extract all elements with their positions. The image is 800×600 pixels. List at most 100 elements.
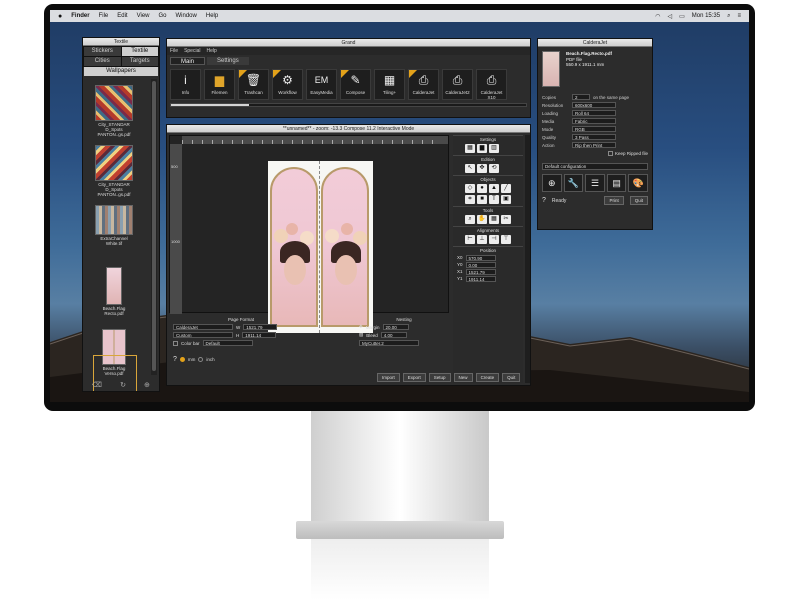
volume-icon[interactable]: ◁	[667, 13, 672, 20]
export-button[interactable]: Export	[402, 373, 426, 382]
y0-field[interactable]: 0.00	[465, 261, 496, 268]
create-button[interactable]: Create	[475, 373, 500, 382]
select-icon[interactable]: ↖	[465, 164, 475, 173]
align-top-icon[interactable]: ⊤	[501, 235, 511, 244]
menu-window[interactable]: Window	[176, 13, 197, 19]
trash-icon[interactable]: ⌫	[92, 381, 102, 389]
format-select[interactable]: Custom	[173, 332, 233, 338]
loading-select[interactable]: Roll 64	[572, 110, 616, 116]
wifi-icon[interactable]: ◠	[655, 13, 660, 20]
folder-icon[interactable]: ▆	[477, 144, 487, 153]
textile-titlebar[interactable]: Textile	[83, 38, 159, 46]
refresh-icon[interactable]: ↻	[120, 381, 126, 389]
square-icon[interactable]: ■	[477, 195, 487, 204]
trashcan-button[interactable]: 🗑 Trashcan	[238, 69, 269, 100]
color-bar-checkbox[interactable]	[173, 340, 178, 346]
battery-icon[interactable]: ▭	[679, 13, 685, 20]
y1-field[interactable]: 1911.14	[465, 275, 496, 282]
new-button[interactable]: New	[453, 373, 473, 382]
job-settings-icon[interactable]: ⊕	[542, 174, 562, 192]
shape-icon[interactable]: ◇	[465, 184, 475, 193]
grand-titlebar[interactable]: Grand	[167, 39, 530, 47]
media-page[interactable]	[268, 161, 373, 333]
apple-icon[interactable]: ●	[58, 13, 62, 20]
compose-titlebar[interactable]: **unnamed** - zoom: -13.3 Compose 11.2 I…	[167, 125, 530, 133]
keep-ripped-checkbox[interactable]	[607, 150, 613, 156]
tab-settings[interactable]: Settings	[207, 57, 249, 65]
align-left-icon[interactable]: ⊢	[465, 235, 475, 244]
line-icon[interactable]: ╱	[501, 184, 511, 193]
nesting-icon[interactable]: ✥	[359, 324, 363, 330]
copies-field[interactable]: 2	[572, 94, 590, 100]
compose-button[interactable]: ✎ Compose	[340, 69, 371, 100]
hand-icon[interactable]: ✋	[477, 215, 487, 224]
bleed-field[interactable]: 4.00	[380, 332, 407, 338]
add-icon[interactable]: ⊕	[144, 381, 150, 389]
help-icon[interactable]: ?	[173, 356, 177, 363]
tile-icon[interactable]: ▦	[489, 215, 499, 224]
textile-scrollbar[interactable]	[151, 79, 157, 375]
list-item[interactable]: Beach.Flag Recto.pdf	[93, 267, 135, 316]
import-button[interactable]: Import	[377, 373, 400, 382]
calderajet-button[interactable]: ⎙ CalderaJet	[408, 69, 439, 100]
layout-canvas[interactable]: 500 1000	[169, 135, 449, 333]
margin-field[interactable]: 20.00	[382, 324, 409, 330]
page-icon[interactable]: ▥	[489, 144, 499, 153]
tools-icon[interactable]: 🔧	[563, 174, 584, 192]
crop-icon[interactable]: ⌗	[465, 195, 475, 204]
printer-select[interactable]: CalderaJet	[173, 324, 233, 330]
grand-menu-file[interactable]: File	[170, 48, 178, 54]
list-item[interactable]: City_STANDAR D_Spots PANTON..gs.pdf	[93, 145, 135, 197]
image-icon[interactable]: ▣	[501, 195, 511, 204]
grid-icon[interactable]: ▦	[465, 144, 475, 153]
menu-go[interactable]: Go	[159, 13, 167, 19]
menu-edit[interactable]: Edit	[117, 13, 127, 19]
rotate-icon[interactable]: ⟲	[489, 164, 499, 173]
compose-scrollbar[interactable]	[525, 135, 530, 383]
inch-radio[interactable]	[198, 356, 204, 362]
quality-select[interactable]: 3 Pass	[572, 134, 616, 140]
zoom-icon[interactable]: ⌕	[465, 215, 475, 224]
calderajet-x10-button[interactable]: ⎙ CalderaJet X10	[476, 69, 507, 100]
media-icon[interactable]: ▤	[606, 174, 627, 192]
move-icon[interactable]: ✥	[477, 164, 487, 173]
align-right-icon[interactable]: ⊣	[489, 235, 499, 244]
x1-field[interactable]: 1521.79	[465, 268, 496, 275]
mode-select[interactable]: RGB	[572, 126, 616, 132]
calderajet-titlebar[interactable]: CalderaJet	[538, 39, 652, 47]
bleed-icon[interactable]: ▧	[359, 332, 363, 338]
flag-artwork-right[interactable]	[321, 167, 369, 327]
mm-radio[interactable]	[179, 356, 185, 362]
grand-menu-help[interactable]: Help	[206, 48, 216, 54]
triangle-icon[interactable]: ▲	[489, 184, 499, 193]
color-palette-icon[interactable]: 🎨	[628, 174, 648, 192]
tab-main[interactable]: Main	[170, 57, 206, 65]
width-field[interactable]: 1521.79	[243, 324, 278, 330]
tab-textile[interactable]: Textile	[121, 47, 158, 56]
x0-field[interactable]: 570.90	[465, 254, 496, 261]
quit-button[interactable]: Quit	[629, 196, 648, 205]
menu-help[interactable]: Help	[206, 13, 218, 19]
tab-cities[interactable]: Cities	[84, 57, 121, 66]
media-select[interactable]: Fabric	[572, 118, 616, 124]
action-select[interactable]: Rip then Print	[572, 142, 616, 148]
menubar-clock[interactable]: Mon 15:35	[692, 13, 720, 19]
list-item[interactable]: City_STANDAR D_Spots PANTON..gs.pdf	[93, 85, 135, 137]
tiling-button[interactable]: ▦ Tiling+	[374, 69, 405, 100]
scissors-icon[interactable]: ✂	[501, 215, 511, 224]
configuration-select[interactable]: Default configuration	[542, 163, 648, 170]
workflow-button[interactable]: ⚙ Workflow	[272, 69, 303, 100]
align-center-icon[interactable]: ⊥	[477, 235, 487, 244]
flag-artwork-left[interactable]	[270, 167, 318, 327]
tab-targets[interactable]: Targets	[121, 57, 158, 66]
setup-button[interactable]: Setup	[428, 373, 451, 382]
tab-wallpapers[interactable]: Wallpapers	[84, 67, 158, 76]
menu-view[interactable]: View	[137, 13, 150, 19]
tab-stickers[interactable]: Stickers	[84, 47, 121, 56]
list-icon[interactable]: ☰	[585, 174, 605, 192]
colorbar-select[interactable]: Default	[202, 340, 253, 346]
cutter-select[interactable]: MyCutter.2	[359, 340, 419, 346]
easymedia-button[interactable]: EM EasyMedia	[306, 69, 337, 100]
height-field[interactable]: 1911.14	[242, 332, 277, 338]
circle-icon[interactable]: ●	[477, 184, 487, 193]
